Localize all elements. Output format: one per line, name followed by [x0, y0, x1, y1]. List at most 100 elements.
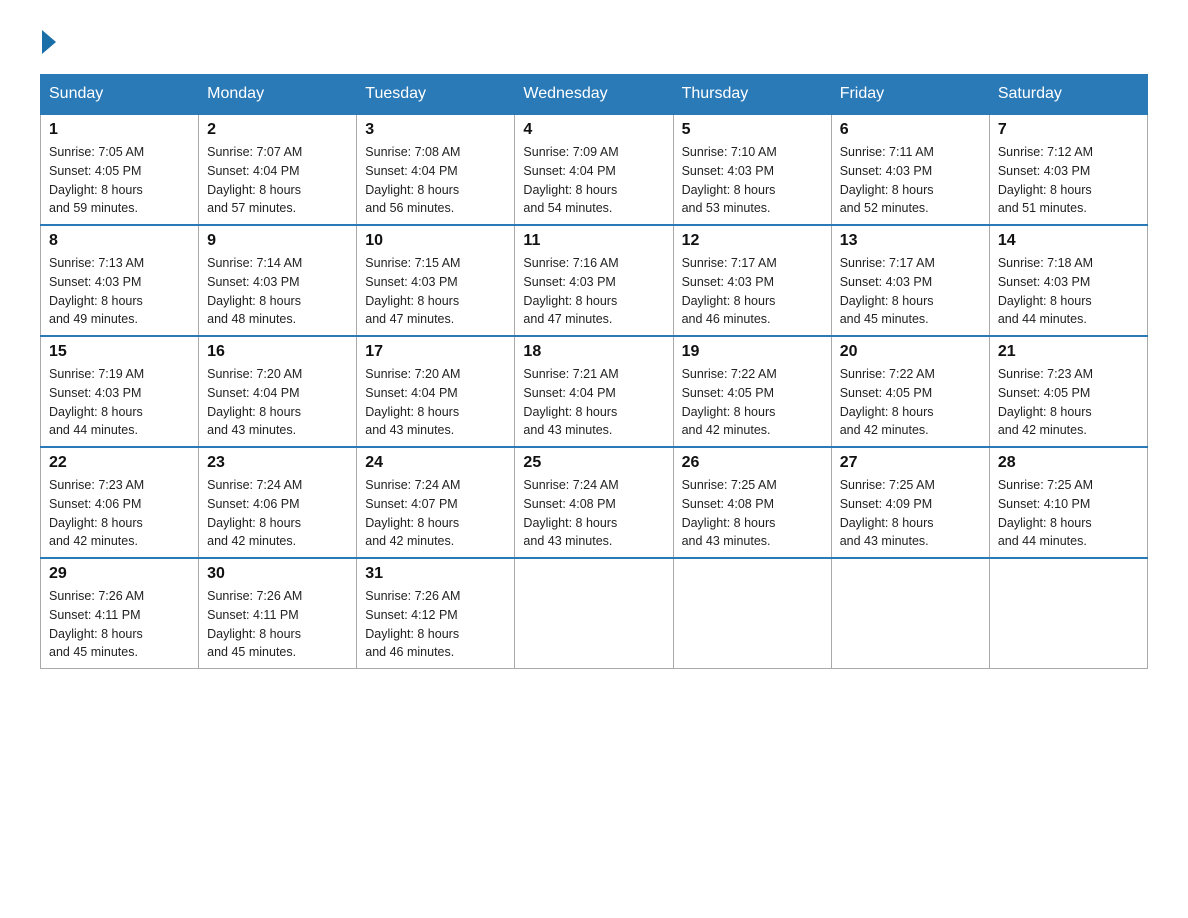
- calendar-cell: [831, 558, 989, 669]
- day-number: 19: [682, 343, 823, 361]
- day-number: 23: [207, 454, 348, 472]
- day-info: Sunrise: 7:14 AMSunset: 4:03 PMDaylight:…: [207, 256, 302, 326]
- calendar-cell: 31 Sunrise: 7:26 AMSunset: 4:12 PMDaylig…: [357, 558, 515, 669]
- calendar-cell: [673, 558, 831, 669]
- week-row-3: 15 Sunrise: 7:19 AMSunset: 4:03 PMDaylig…: [41, 336, 1148, 447]
- calendar-cell: 27 Sunrise: 7:25 AMSunset: 4:09 PMDaylig…: [831, 447, 989, 558]
- header-sunday: Sunday: [41, 75, 199, 115]
- day-info: Sunrise: 7:13 AMSunset: 4:03 PMDaylight:…: [49, 256, 144, 326]
- day-number: 24: [365, 454, 506, 472]
- calendar-cell: 12 Sunrise: 7:17 AMSunset: 4:03 PMDaylig…: [673, 225, 831, 336]
- calendar-cell: 29 Sunrise: 7:26 AMSunset: 4:11 PMDaylig…: [41, 558, 199, 669]
- calendar-cell: 10 Sunrise: 7:15 AMSunset: 4:03 PMDaylig…: [357, 225, 515, 336]
- calendar-cell: 4 Sunrise: 7:09 AMSunset: 4:04 PMDayligh…: [515, 114, 673, 225]
- calendar-cell: [989, 558, 1147, 669]
- day-number: 17: [365, 343, 506, 361]
- calendar-cell: 22 Sunrise: 7:23 AMSunset: 4:06 PMDaylig…: [41, 447, 199, 558]
- day-info: Sunrise: 7:23 AMSunset: 4:06 PMDaylight:…: [49, 478, 144, 548]
- day-info: Sunrise: 7:23 AMSunset: 4:05 PMDaylight:…: [998, 367, 1093, 437]
- header-thursday: Thursday: [673, 75, 831, 115]
- day-info: Sunrise: 7:22 AMSunset: 4:05 PMDaylight:…: [840, 367, 935, 437]
- day-number: 13: [840, 232, 981, 250]
- week-row-5: 29 Sunrise: 7:26 AMSunset: 4:11 PMDaylig…: [41, 558, 1148, 669]
- day-info: Sunrise: 7:25 AMSunset: 4:10 PMDaylight:…: [998, 478, 1093, 548]
- day-info: Sunrise: 7:11 AMSunset: 4:03 PMDaylight:…: [840, 145, 934, 215]
- header-wednesday: Wednesday: [515, 75, 673, 115]
- day-info: Sunrise: 7:24 AMSunset: 4:08 PMDaylight:…: [523, 478, 618, 548]
- calendar-cell: 2 Sunrise: 7:07 AMSunset: 4:04 PMDayligh…: [199, 114, 357, 225]
- day-info: Sunrise: 7:19 AMSunset: 4:03 PMDaylight:…: [49, 367, 144, 437]
- header-friday: Friday: [831, 75, 989, 115]
- day-info: Sunrise: 7:24 AMSunset: 4:06 PMDaylight:…: [207, 478, 302, 548]
- day-number: 11: [523, 232, 664, 250]
- day-info: Sunrise: 7:25 AMSunset: 4:08 PMDaylight:…: [682, 478, 777, 548]
- calendar-cell: 30 Sunrise: 7:26 AMSunset: 4:11 PMDaylig…: [199, 558, 357, 669]
- calendar-cell: 25 Sunrise: 7:24 AMSunset: 4:08 PMDaylig…: [515, 447, 673, 558]
- calendar-cell: 28 Sunrise: 7:25 AMSunset: 4:10 PMDaylig…: [989, 447, 1147, 558]
- day-number: 6: [840, 121, 981, 139]
- logo-arrow-icon: [42, 30, 56, 54]
- day-info: Sunrise: 7:24 AMSunset: 4:07 PMDaylight:…: [365, 478, 460, 548]
- day-number: 5: [682, 121, 823, 139]
- calendar-cell: 21 Sunrise: 7:23 AMSunset: 4:05 PMDaylig…: [989, 336, 1147, 447]
- calendar-cell: 8 Sunrise: 7:13 AMSunset: 4:03 PMDayligh…: [41, 225, 199, 336]
- day-info: Sunrise: 7:21 AMSunset: 4:04 PMDaylight:…: [523, 367, 618, 437]
- calendar-cell: 24 Sunrise: 7:24 AMSunset: 4:07 PMDaylig…: [357, 447, 515, 558]
- day-number: 18: [523, 343, 664, 361]
- day-number: 30: [207, 565, 348, 583]
- header-tuesday: Tuesday: [357, 75, 515, 115]
- day-number: 22: [49, 454, 190, 472]
- calendar-cell: 26 Sunrise: 7:25 AMSunset: 4:08 PMDaylig…: [673, 447, 831, 558]
- day-number: 27: [840, 454, 981, 472]
- day-info: Sunrise: 7:12 AMSunset: 4:03 PMDaylight:…: [998, 145, 1093, 215]
- calendar-cell: 5 Sunrise: 7:10 AMSunset: 4:03 PMDayligh…: [673, 114, 831, 225]
- day-number: 3: [365, 121, 506, 139]
- calendar-cell: 6 Sunrise: 7:11 AMSunset: 4:03 PMDayligh…: [831, 114, 989, 225]
- calendar-cell: 3 Sunrise: 7:08 AMSunset: 4:04 PMDayligh…: [357, 114, 515, 225]
- week-row-2: 8 Sunrise: 7:13 AMSunset: 4:03 PMDayligh…: [41, 225, 1148, 336]
- day-info: Sunrise: 7:26 AMSunset: 4:11 PMDaylight:…: [207, 589, 302, 659]
- day-info: Sunrise: 7:20 AMSunset: 4:04 PMDaylight:…: [365, 367, 460, 437]
- day-number: 12: [682, 232, 823, 250]
- day-number: 9: [207, 232, 348, 250]
- calendar-cell: 20 Sunrise: 7:22 AMSunset: 4:05 PMDaylig…: [831, 336, 989, 447]
- day-info: Sunrise: 7:09 AMSunset: 4:04 PMDaylight:…: [523, 145, 618, 215]
- day-number: 1: [49, 121, 190, 139]
- day-info: Sunrise: 7:17 AMSunset: 4:03 PMDaylight:…: [840, 256, 935, 326]
- day-number: 28: [998, 454, 1139, 472]
- day-number: 4: [523, 121, 664, 139]
- day-info: Sunrise: 7:07 AMSunset: 4:04 PMDaylight:…: [207, 145, 302, 215]
- calendar-cell: 14 Sunrise: 7:18 AMSunset: 4:03 PMDaylig…: [989, 225, 1147, 336]
- day-number: 2: [207, 121, 348, 139]
- page-header: [40, 30, 1148, 54]
- day-info: Sunrise: 7:25 AMSunset: 4:09 PMDaylight:…: [840, 478, 935, 548]
- day-info: Sunrise: 7:17 AMSunset: 4:03 PMDaylight:…: [682, 256, 777, 326]
- day-info: Sunrise: 7:16 AMSunset: 4:03 PMDaylight:…: [523, 256, 618, 326]
- day-number: 31: [365, 565, 506, 583]
- day-number: 8: [49, 232, 190, 250]
- calendar-cell: 16 Sunrise: 7:20 AMSunset: 4:04 PMDaylig…: [199, 336, 357, 447]
- day-info: Sunrise: 7:26 AMSunset: 4:11 PMDaylight:…: [49, 589, 144, 659]
- calendar-cell: 9 Sunrise: 7:14 AMSunset: 4:03 PMDayligh…: [199, 225, 357, 336]
- weekday-header-row: SundayMondayTuesdayWednesdayThursdayFrid…: [41, 75, 1148, 115]
- calendar-cell: 7 Sunrise: 7:12 AMSunset: 4:03 PMDayligh…: [989, 114, 1147, 225]
- day-number: 29: [49, 565, 190, 583]
- day-number: 21: [998, 343, 1139, 361]
- day-number: 26: [682, 454, 823, 472]
- day-number: 14: [998, 232, 1139, 250]
- calendar-cell: 13 Sunrise: 7:17 AMSunset: 4:03 PMDaylig…: [831, 225, 989, 336]
- day-number: 16: [207, 343, 348, 361]
- day-info: Sunrise: 7:20 AMSunset: 4:04 PMDaylight:…: [207, 367, 302, 437]
- day-info: Sunrise: 7:08 AMSunset: 4:04 PMDaylight:…: [365, 145, 460, 215]
- calendar-cell: 19 Sunrise: 7:22 AMSunset: 4:05 PMDaylig…: [673, 336, 831, 447]
- calendar-table: SundayMondayTuesdayWednesdayThursdayFrid…: [40, 74, 1148, 669]
- day-info: Sunrise: 7:22 AMSunset: 4:05 PMDaylight:…: [682, 367, 777, 437]
- header-saturday: Saturday: [989, 75, 1147, 115]
- day-info: Sunrise: 7:26 AMSunset: 4:12 PMDaylight:…: [365, 589, 460, 659]
- calendar-cell: [515, 558, 673, 669]
- header-monday: Monday: [199, 75, 357, 115]
- calendar-cell: 1 Sunrise: 7:05 AMSunset: 4:05 PMDayligh…: [41, 114, 199, 225]
- calendar-cell: 15 Sunrise: 7:19 AMSunset: 4:03 PMDaylig…: [41, 336, 199, 447]
- calendar-cell: 11 Sunrise: 7:16 AMSunset: 4:03 PMDaylig…: [515, 225, 673, 336]
- day-info: Sunrise: 7:10 AMSunset: 4:03 PMDaylight:…: [682, 145, 777, 215]
